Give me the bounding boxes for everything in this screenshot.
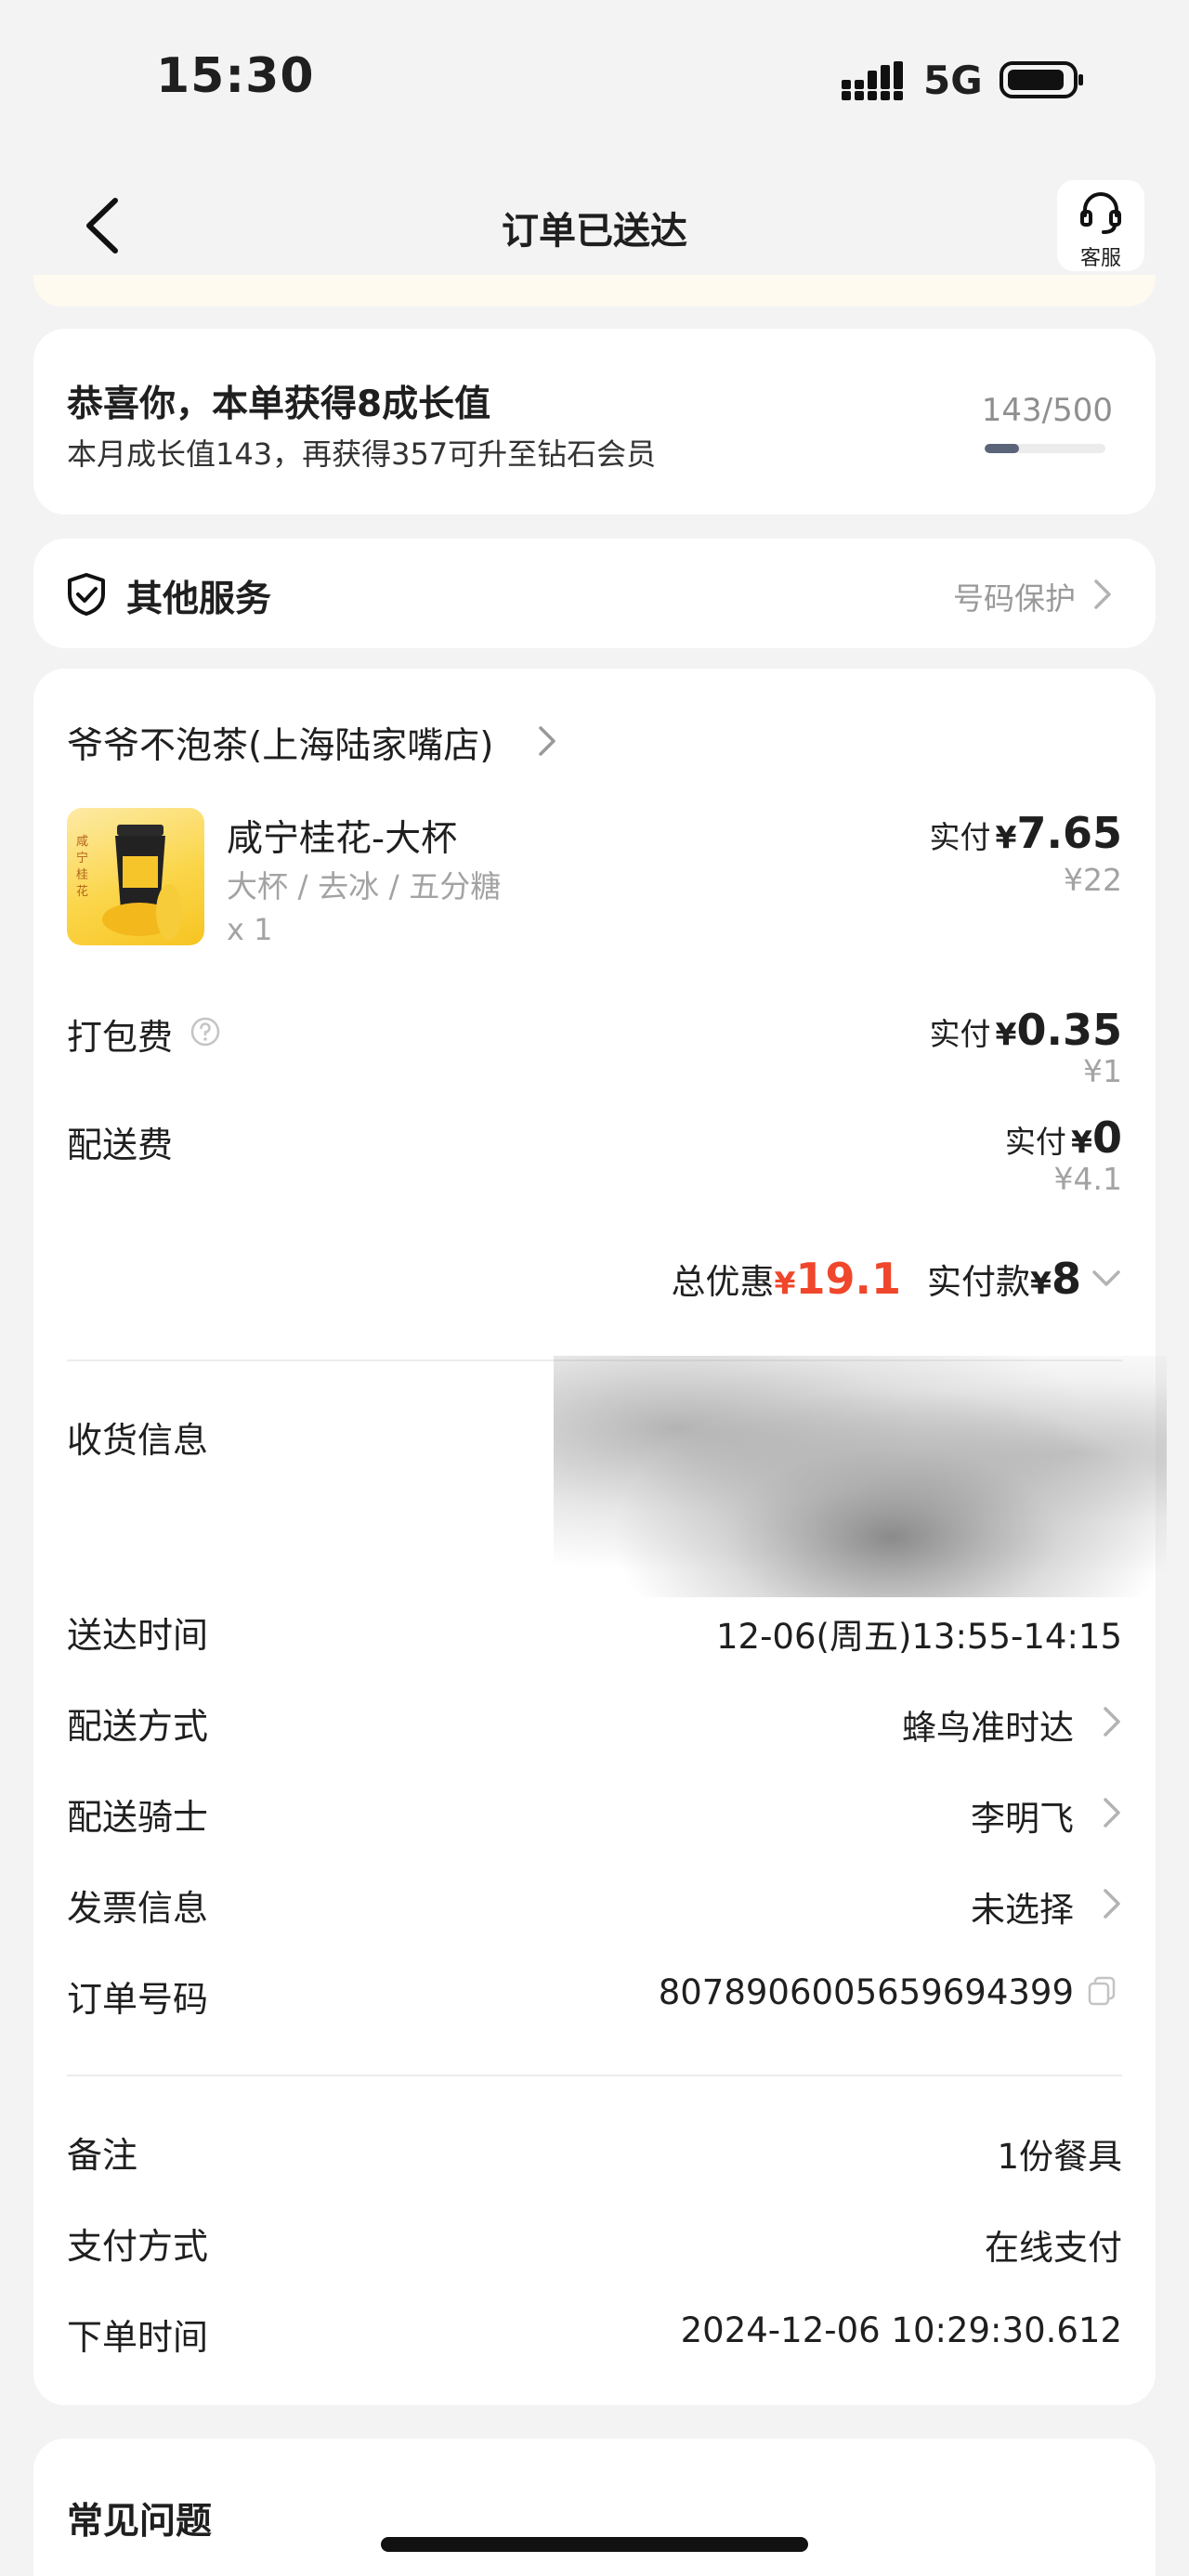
invoice-value[interactable]: 未选择 bbox=[971, 1881, 1074, 1932]
divider bbox=[67, 2075, 1122, 2076]
discount-label: 总优惠 bbox=[671, 1262, 775, 1302]
info-label-order-time: 下单时间 bbox=[67, 2317, 209, 2358]
total-paid-label: 实付款 bbox=[927, 1262, 1031, 1302]
service-label: 客服 bbox=[1079, 247, 1121, 270]
home-indicator bbox=[381, 2537, 808, 2552]
shield-check-icon bbox=[68, 573, 105, 616]
status-banner-edge bbox=[33, 275, 1156, 306]
redacted-address bbox=[554, 1356, 1167, 1597]
item-name: 咸宁桂花-大杯 bbox=[227, 818, 458, 860]
order-card: 爷爷不泡茶(上海陆家嘴店) 咸 宁 桂 花 咸宁桂花-大杯 大杯 / 去冰 / … bbox=[33, 669, 1167, 2405]
info-label-delivery-time: 送达时间 bbox=[67, 1615, 209, 1656]
svg-text:咸: 咸 bbox=[76, 835, 88, 849]
svg-text:宁: 宁 bbox=[76, 851, 88, 865]
growth-progress-fill bbox=[985, 444, 1020, 453]
info-label-invoice: 发票信息 bbox=[67, 1888, 209, 1929]
order-time-value: 2024-12-06 10:29:30.612 bbox=[680, 2310, 1122, 2350]
status-time: 15:30 bbox=[156, 48, 315, 104]
chevron-right-icon bbox=[539, 726, 555, 756]
faq-card: 常见问题 bbox=[33, 2439, 1156, 2576]
page-title: 订单已送达 bbox=[502, 210, 687, 253]
other-services-card[interactable]: 其他服务 号码保护 bbox=[33, 539, 1156, 648]
battery-icon bbox=[1000, 61, 1083, 98]
svg-text:桂: 桂 bbox=[76, 868, 88, 882]
discount-currency: ¥ bbox=[774, 1265, 796, 1301]
delivery-method-value[interactable]: 蜂鸟准时达 bbox=[902, 1699, 1074, 1750]
chevron-right-icon bbox=[1104, 1798, 1120, 1828]
paid-label: 实付 bbox=[929, 819, 991, 855]
growth-progress-bar bbox=[985, 444, 1105, 453]
item-quantity: x 1 bbox=[227, 912, 273, 947]
item-original-price: ¥22 bbox=[1064, 862, 1122, 898]
status-bar: 15:30 5G bbox=[0, 0, 1189, 158]
customer-service-button[interactable]: 客服 bbox=[1057, 180, 1144, 271]
note-value: 1份餐具 bbox=[997, 2137, 1122, 2177]
other-services-title: 其他服务 bbox=[126, 579, 272, 620]
info-label-rider: 配送骑士 bbox=[67, 1797, 209, 1838]
chevron-right-icon bbox=[1104, 1707, 1120, 1737]
growth-title: 恭喜你，本单获得8成长值 bbox=[67, 384, 491, 425]
network-type: 5G bbox=[923, 58, 983, 103]
info-label-note: 备注 bbox=[67, 2135, 138, 2176]
delivery-fee-paid: 实付 ¥0 bbox=[1005, 1112, 1122, 1163]
number-protection-link[interactable]: 号码保护 bbox=[953, 574, 1076, 618]
total-paid-amount: 8 bbox=[1051, 1254, 1081, 1304]
discount-amount: 19.1 bbox=[795, 1254, 902, 1304]
packing-fee-amount: 0.35 bbox=[1016, 1005, 1123, 1055]
chevron-right-icon bbox=[1094, 579, 1111, 609]
currency-symbol: ¥ bbox=[1071, 1124, 1092, 1160]
delivery-fee-label: 配送费 bbox=[67, 1125, 174, 1165]
product-image[interactable]: 咸 宁 桂 花 bbox=[67, 808, 204, 945]
faq-title: 常见问题 bbox=[67, 2501, 213, 2543]
order-total[interactable]: 总优惠 ¥ 19.1 实付款 ¥ 8 bbox=[672, 1254, 1081, 1304]
rider-value[interactable]: 李明飞 bbox=[971, 1790, 1074, 1841]
order-number-value: 8078906005659694399 bbox=[658, 1972, 1074, 2012]
info-label-delivery-method: 配送方式 bbox=[67, 1706, 209, 1747]
paid-label: 实付 bbox=[929, 1016, 991, 1052]
payment-method-value: 在线支付 bbox=[985, 2228, 1122, 2268]
info-label-address: 收货信息 bbox=[67, 1420, 209, 1461]
chevron-right-icon bbox=[1104, 1889, 1120, 1919]
milk-tea-cup-image: 咸 宁 桂 花 bbox=[76, 825, 182, 940]
shop-name[interactable]: 爷爷不泡茶(上海陆家嘴店) bbox=[67, 717, 493, 769]
packing-fee-original: ¥1 bbox=[1083, 1053, 1122, 1089]
currency-symbol: ¥ bbox=[995, 1016, 1017, 1052]
delivery-fee-original: ¥4.1 bbox=[1053, 1161, 1122, 1197]
growth-subtitle: 本月成长值143，再获得357可升至钻石会员 bbox=[67, 436, 657, 472]
item-spec: 大杯 / 去冰 / 五分糖 bbox=[227, 868, 502, 904]
copy-icon[interactable] bbox=[1085, 1974, 1118, 2008]
delivery-time-value: 12-06(周五)13:55-14:15 bbox=[716, 1617, 1122, 1657]
info-label-payment-method: 支付方式 bbox=[67, 2226, 209, 2267]
signal-icon bbox=[842, 61, 903, 100]
chevron-down-icon[interactable] bbox=[1091, 1268, 1122, 1289]
nav-bar: 订单已送达 客服 bbox=[0, 167, 1189, 279]
total-currency: ¥ bbox=[1030, 1265, 1052, 1301]
info-label-order-number: 订单号码 bbox=[67, 1979, 209, 2020]
growth-progress-text: 143/500 bbox=[981, 392, 1113, 429]
paid-label: 实付 bbox=[1004, 1124, 1066, 1160]
delivery-fee-amount: 0 bbox=[1091, 1112, 1122, 1163]
svg-text:花: 花 bbox=[76, 884, 88, 899]
packing-fee-paid: 实付 ¥0.35 bbox=[929, 1005, 1122, 1055]
help-icon[interactable] bbox=[189, 1016, 221, 1047]
growth-card[interactable]: 恭喜你，本单获得8成长值 本月成长值143，再获得357可升至钻石会员 143/… bbox=[33, 329, 1156, 514]
packing-fee-label: 打包费 bbox=[67, 1017, 174, 1058]
item-paid-amount: 7.65 bbox=[1016, 808, 1123, 858]
item-paid-price: 实付 ¥7.65 bbox=[929, 808, 1122, 858]
headset-icon bbox=[1080, 192, 1121, 234]
currency-symbol: ¥ bbox=[995, 819, 1017, 855]
